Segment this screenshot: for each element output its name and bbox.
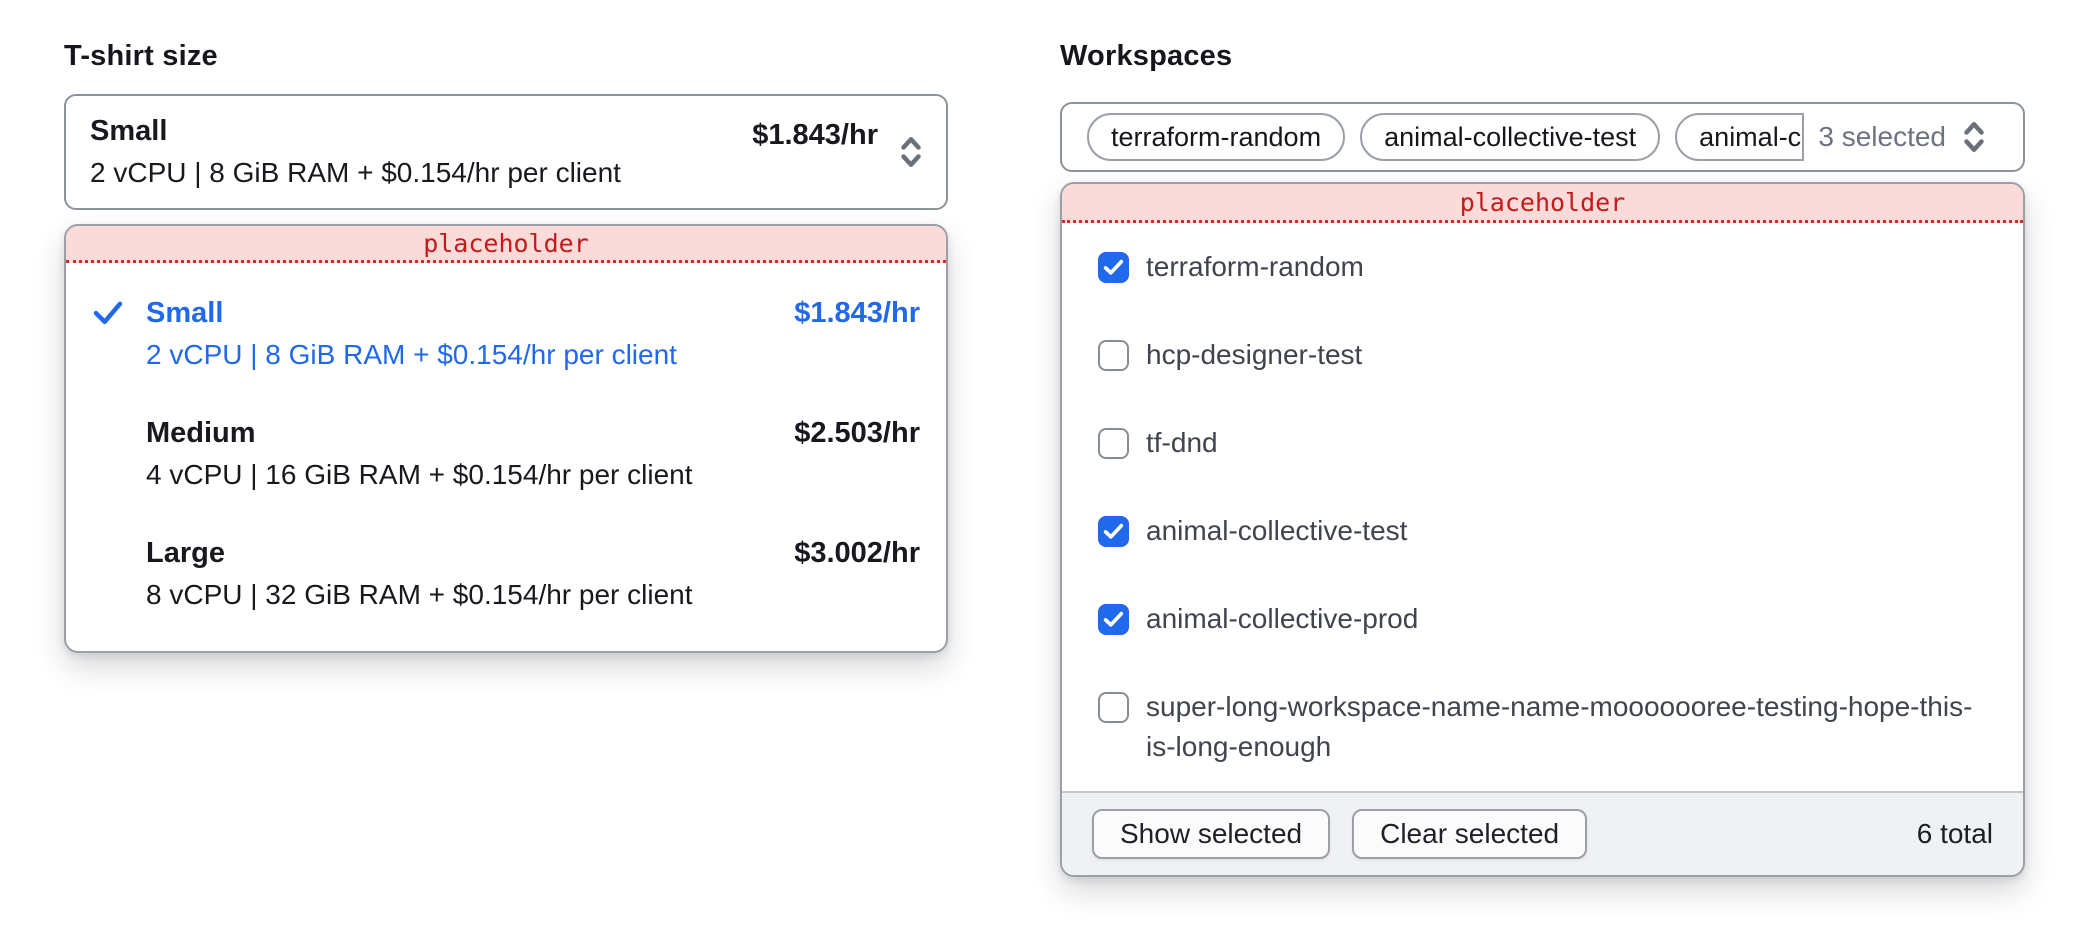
tshirt-option[interactable]: Medium 4 vCPU | 16 GiB RAM + $0.154/hr p…	[66, 395, 946, 515]
tshirt-size-field: T-shirt size Small 2 vCPU | 8 GiB RAM + …	[64, 40, 948, 653]
tshirt-option-main: Medium 4 vCPU | 16 GiB RAM + $0.154/hr p…	[146, 413, 794, 497]
workspaces-options: terraform-random hcp-designer-test tf-dn…	[1062, 223, 2023, 791]
tshirt-select-dropdown: placeholder Small 2 vCPU | 8 GiB RAM + $…	[64, 224, 948, 653]
workspace-checkbox[interactable]	[1098, 604, 1129, 635]
workspace-option-label: animal-collective-prod	[1146, 599, 1418, 639]
workspace-selected-pill[interactable]: animal-collective-test	[1360, 113, 1660, 161]
tshirt-placeholder-band: placeholder	[66, 226, 946, 263]
workspaces-footer: Show selected Clear selected 6 total	[1062, 791, 2023, 875]
tshirt-trigger-price: $1.843/hr	[752, 119, 878, 152]
workspaces-selected-pills: terraform-random animal-collective-test …	[1087, 113, 1804, 161]
check-icon-slot	[92, 293, 146, 377]
clear-selected-button[interactable]: Clear selected	[1352, 809, 1587, 859]
tshirt-trigger-text: Small 2 vCPU | 8 GiB RAM + $0.154/hr per…	[90, 110, 752, 194]
workspace-checkbox[interactable]	[1098, 340, 1129, 371]
tshirt-option-title: Large	[146, 533, 794, 573]
workspace-selected-pill[interactable]: terraform-random	[1087, 113, 1345, 161]
workspace-option-row[interactable]: terraform-random	[1062, 223, 2023, 311]
tshirt-trigger-title: Small	[90, 110, 752, 152]
tshirt-option-price: $2.503/hr	[794, 413, 920, 497]
checkbox-check-icon	[1103, 523, 1124, 540]
show-selected-button[interactable]: Show selected	[1092, 809, 1330, 859]
tshirt-select-trigger[interactable]: Small 2 vCPU | 8 GiB RAM + $0.154/hr per…	[64, 94, 948, 210]
workspace-selected-pill[interactable]: animal-collective-prod	[1675, 113, 1804, 161]
tshirt-size-label: T-shirt size	[64, 40, 948, 73]
chevron-up-down-icon	[1959, 117, 1989, 157]
workspace-checkbox[interactable]	[1098, 252, 1129, 283]
tshirt-option-description: 2 vCPU | 8 GiB RAM + $0.154/hr per clien…	[146, 333, 794, 377]
checkbox-check-icon	[1103, 611, 1124, 628]
tshirt-option-main: Small 2 vCPU | 8 GiB RAM + $0.154/hr per…	[146, 293, 794, 377]
check-icon-slot	[92, 533, 146, 617]
tshirt-trigger-right: $1.843/hr	[752, 132, 926, 172]
checkbox-check-icon	[1103, 259, 1124, 276]
workspaces-select-trigger[interactable]: terraform-random animal-collective-test …	[1060, 102, 2025, 172]
check-icon	[92, 299, 124, 326]
tshirt-option-price: $3.002/hr	[794, 533, 920, 617]
tshirt-placeholder-text: placeholder	[423, 229, 589, 258]
workspace-option-row[interactable]: animal-collective-test	[1062, 487, 2023, 575]
workspace-option-label: super-long-workspace-name-name-moooooore…	[1146, 687, 1993, 767]
workspace-checkbox[interactable]	[1098, 692, 1129, 723]
workspace-option-label: hcp-designer-test	[1146, 335, 1362, 375]
workspace-option-label: terraform-random	[1146, 247, 1364, 287]
tshirt-trigger-description: 2 vCPU | 8 GiB RAM + $0.154/hr per clien…	[90, 152, 752, 194]
tshirt-option-description: 4 vCPU | 16 GiB RAM + $0.154/hr per clie…	[146, 453, 794, 497]
workspaces-label: Workspaces	[1060, 40, 2025, 73]
workspace-option-label: tf-dnd	[1146, 423, 1218, 463]
tshirt-option-main: Large 8 vCPU | 32 GiB RAM + $0.154/hr pe…	[146, 533, 794, 617]
workspaces-total-count: 6 total	[1917, 818, 1993, 850]
workspaces-placeholder-band: placeholder	[1062, 184, 2023, 223]
tshirt-option-description: 8 vCPU | 32 GiB RAM + $0.154/hr per clie…	[146, 573, 794, 617]
workspace-option-label: animal-collective-test	[1146, 511, 1407, 551]
workspace-checkbox[interactable]	[1098, 428, 1129, 459]
tshirt-option-title: Medium	[146, 413, 794, 453]
tshirt-option-price: $1.843/hr	[794, 293, 920, 377]
tshirt-option[interactable]: Small 2 vCPU | 8 GiB RAM + $0.154/hr per…	[66, 275, 946, 395]
workspace-option-row[interactable]: hcp-designer-test	[1062, 311, 2023, 399]
workspaces-field: Workspaces terraform-random animal-colle…	[1060, 40, 2025, 877]
workspace-option-row[interactable]: tf-dnd	[1062, 399, 2023, 487]
workspace-option-row[interactable]: animal-collective-prod	[1062, 575, 2023, 663]
workspaces-selected-count: 3 selected	[1818, 121, 1946, 153]
workspaces-placeholder-text: placeholder	[1460, 188, 1626, 217]
workspaces-dropdown: placeholder terraform-random hcp-designe…	[1060, 182, 2025, 877]
chevron-up-down-icon	[896, 132, 926, 172]
check-icon-slot	[92, 413, 146, 497]
workspace-checkbox[interactable]	[1098, 516, 1129, 547]
tshirt-option-title: Small	[146, 293, 794, 333]
tshirt-option[interactable]: Large 8 vCPU | 32 GiB RAM + $0.154/hr pe…	[66, 515, 946, 635]
workspace-option-row[interactable]: super-long-workspace-name-name-moooooore…	[1062, 663, 2023, 791]
tshirt-options: Small 2 vCPU | 8 GiB RAM + $0.154/hr per…	[66, 263, 946, 651]
workspaces-summary: 3 selected	[1818, 117, 1989, 157]
